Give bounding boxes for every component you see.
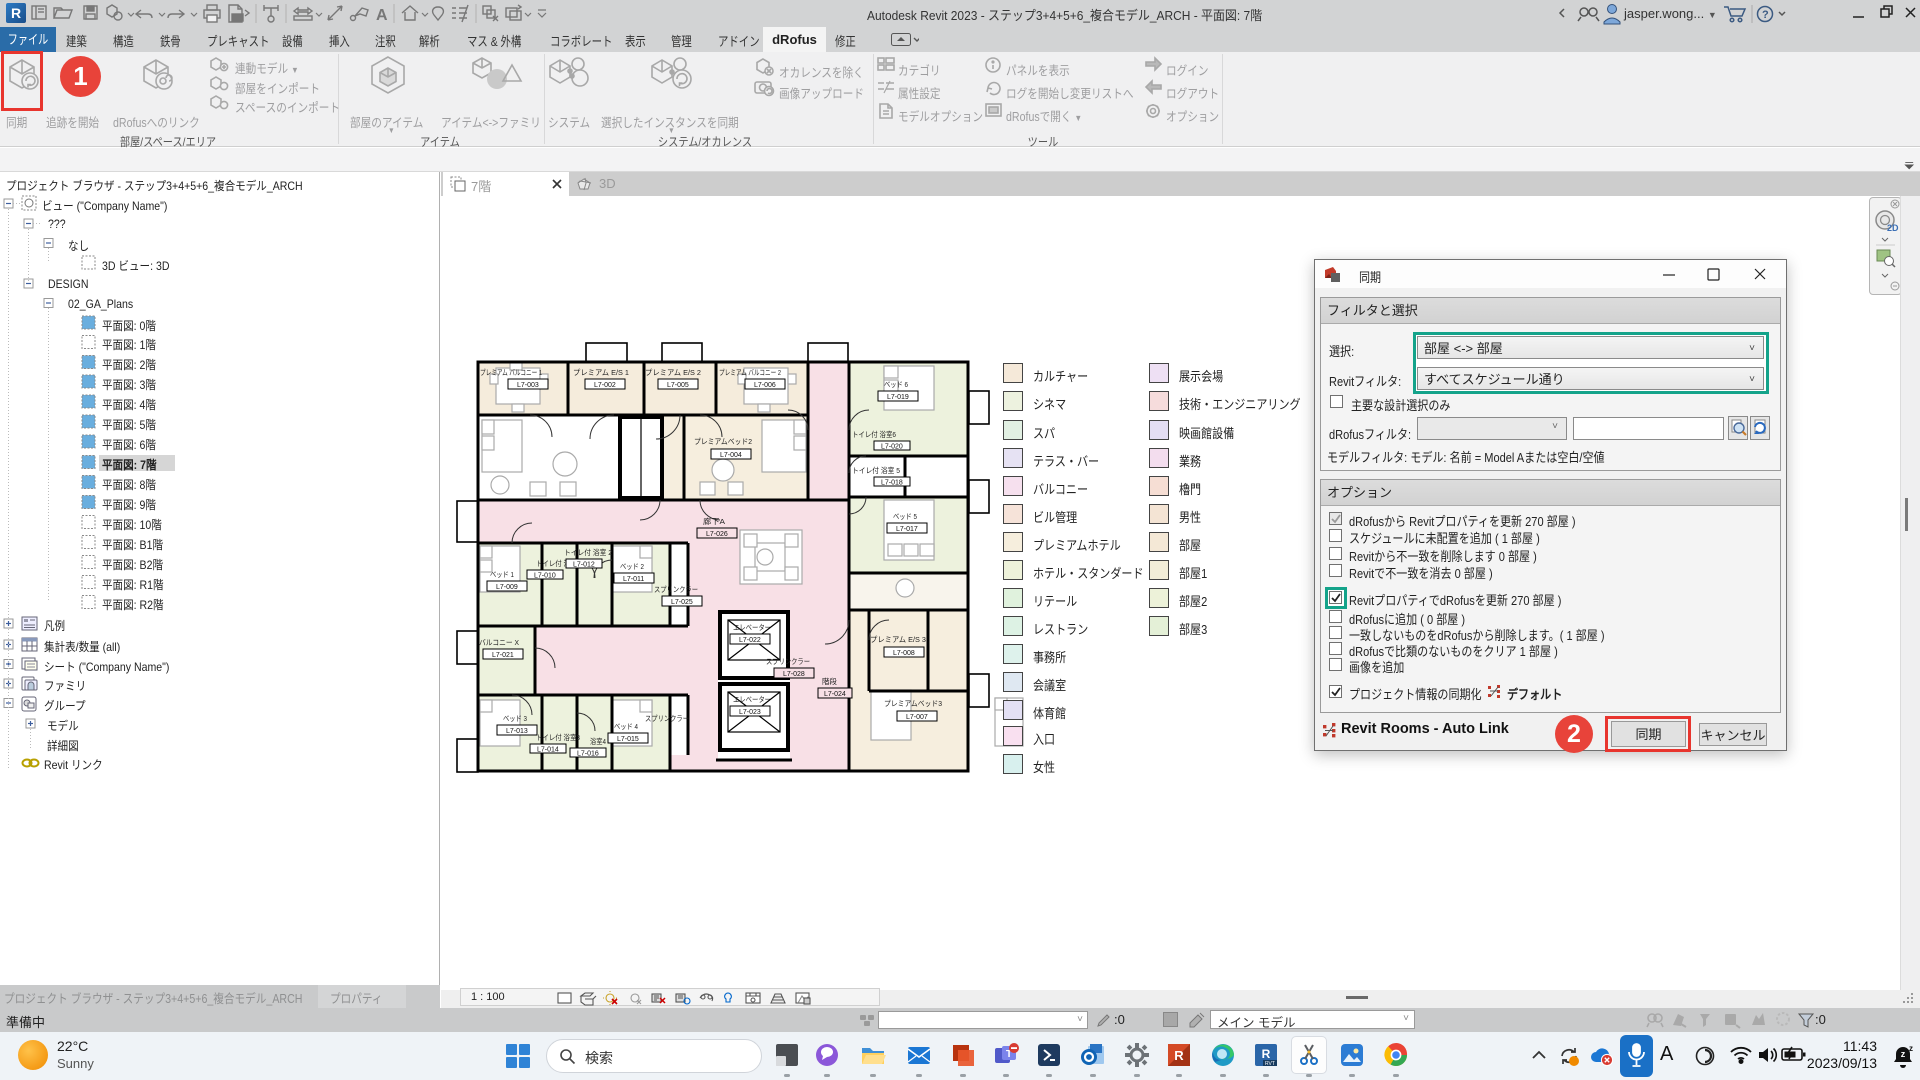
svg-text:ベッド 5: ベッド 5: [893, 512, 917, 521]
svg-text:トイレ付 浴室3: トイレ付 浴室3: [536, 732, 580, 742]
svg-text:ベッド 4: ベッド 4: [614, 722, 638, 731]
svg-text:L7-023: L7-023: [739, 709, 761, 716]
svg-text:L7-007: L7-007: [906, 714, 928, 721]
svg-text:トイレ付 浴室 5: トイレ付 浴室 5: [852, 465, 900, 475]
svg-text:L7-026: L7-026: [706, 531, 728, 538]
svg-text:プレミアム バルコニー 2: プレミアム バルコニー 2: [719, 368, 781, 377]
svg-text:L7-014: L7-014: [537, 747, 559, 754]
svg-text:L7-013: L7-013: [506, 728, 528, 735]
svg-text:RVT: RVT: [1265, 1061, 1275, 1067]
svg-text:A: A: [376, 7, 388, 24]
svg-text:L7-025: L7-025: [671, 599, 693, 606]
svg-text:バルコニー X: バルコニー X: [479, 638, 519, 647]
svg-text:エレベーター: エレベーター: [733, 623, 771, 632]
svg-text:L7-015: L7-015: [617, 736, 639, 743]
svg-text:プレミアム バルコニー 1: プレミアム バルコニー 1: [480, 368, 542, 377]
svg-text:L7-018: L7-018: [881, 480, 903, 487]
svg-text:2D: 2D: [1887, 223, 1899, 233]
svg-text:階段: 階段: [822, 676, 837, 686]
svg-text:L7-003: L7-003: [517, 382, 539, 389]
svg-text:L7-017: L7-017: [896, 526, 918, 533]
svg-text:L7-004: L7-004: [720, 452, 742, 459]
svg-text:ベッド 3: ベッド 3: [503, 714, 527, 723]
svg-text:L7-009: L7-009: [496, 584, 518, 591]
svg-text:プレミアム E/S 1: プレミアム E/S 1: [573, 368, 629, 377]
svg-text:z: z: [1909, 1045, 1913, 1053]
svg-text:プレミアムベッド3: プレミアムベッド3: [884, 699, 942, 708]
svg-text:L7-011: L7-011: [623, 576, 644, 583]
svg-text:L7-028: L7-028: [783, 671, 805, 678]
svg-text:トイレ付 浴室6: トイレ付 浴室6: [852, 429, 896, 439]
svg-text:ベッド 2: ベッド 2: [620, 562, 644, 571]
svg-text:R: R: [1262, 1047, 1271, 1061]
svg-text:L7-008: L7-008: [893, 650, 915, 657]
svg-text:L7-021: L7-021: [492, 652, 514, 659]
svg-text:ベッド 6: ベッド 6: [884, 380, 908, 389]
svg-text:z: z: [1901, 1049, 1906, 1059]
svg-text:プレミアム E/S 3: プレミアム E/S 3: [870, 635, 926, 644]
svg-text:?: ?: [1762, 9, 1769, 21]
svg-text:L7-020: L7-020: [881, 444, 903, 451]
svg-text:エレベーター: エレベーター: [733, 695, 771, 704]
svg-text:L7-012: L7-012: [573, 562, 595, 569]
svg-text:L7-019: L7-019: [887, 394, 909, 401]
svg-text:L7-016: L7-016: [577, 751, 599, 758]
svg-text:プレミアムベッド2: プレミアムベッド2: [694, 437, 752, 446]
svg-text:ベッド 1: ベッド 1: [490, 570, 514, 579]
svg-text:スプリンクラー: スプリンクラー: [654, 585, 698, 594]
svg-text:プレミアム E/S 2: プレミアム E/S 2: [645, 368, 701, 377]
svg-text:R: R: [1174, 1048, 1184, 1063]
svg-text:L7-005: L7-005: [667, 382, 689, 389]
svg-text:L7-002: L7-002: [594, 382, 616, 389]
svg-text:スプリンクラー: スプリンクラー: [645, 714, 689, 723]
svg-text:L7-022: L7-022: [739, 637, 761, 644]
svg-text:浴室4: 浴室4: [590, 736, 606, 746]
svg-text:廊下A: 廊下A: [703, 516, 725, 526]
svg-text:スプリンクラー: スプリンクラー: [766, 657, 810, 666]
svg-text:L7-006: L7-006: [754, 382, 776, 389]
svg-text:L7-024: L7-024: [824, 691, 846, 698]
svg-text:L7-010: L7-010: [534, 573, 556, 580]
svg-text:トイレ付 浴室 2: トイレ付 浴室 2: [564, 547, 612, 557]
